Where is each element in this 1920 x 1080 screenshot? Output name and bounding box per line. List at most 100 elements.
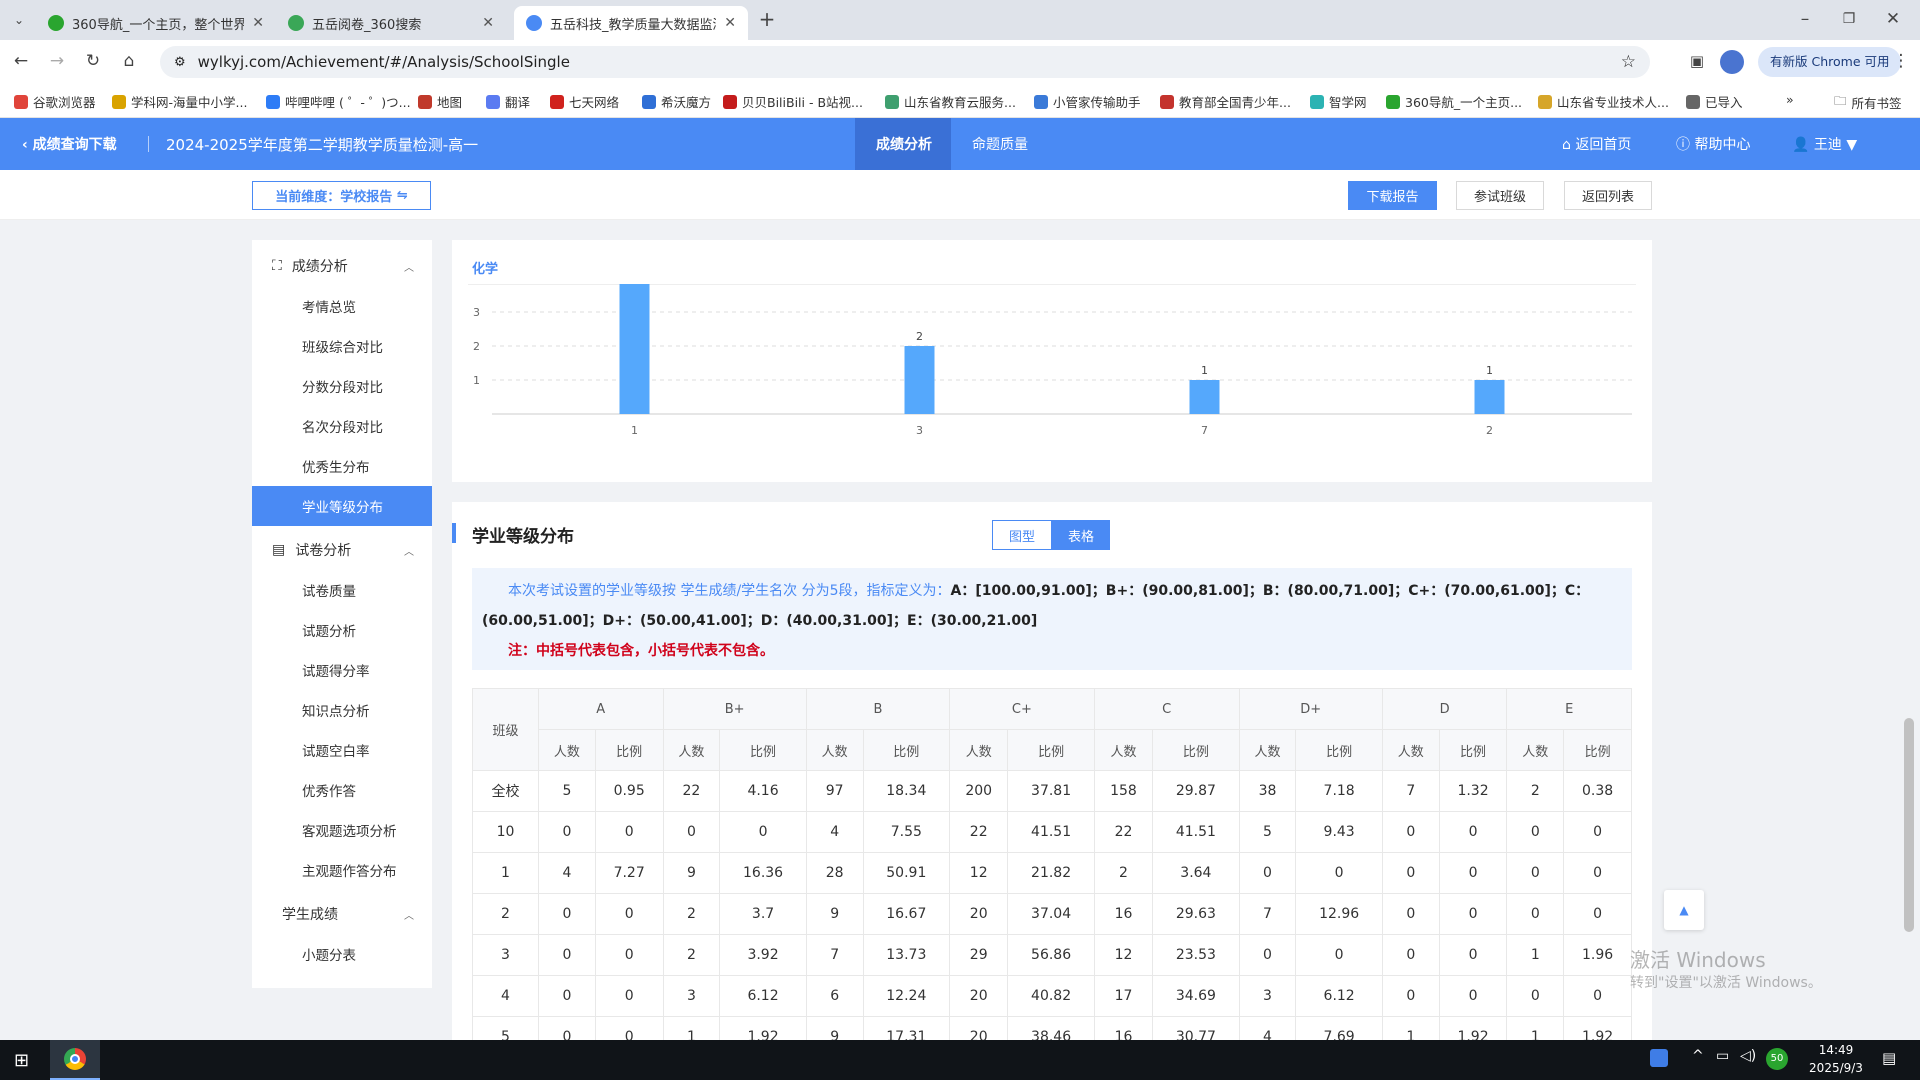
- browser-tab[interactable]: 360导航_一个主页，整个世界 ✕: [36, 6, 276, 40]
- download-report-button[interactable]: 下载报告: [1348, 181, 1437, 210]
- table-cell: 2: [662, 934, 721, 976]
- bookmark-item[interactable]: 翻译: [486, 92, 530, 111]
- sidebar-item[interactable]: 分数分段对比: [252, 366, 432, 406]
- minimize-icon[interactable]: –: [1794, 8, 1816, 30]
- sidebar-item[interactable]: 客观题选项分析: [252, 810, 432, 850]
- tab-close-icon[interactable]: ✕: [724, 15, 736, 31]
- site-info-icon[interactable]: ⚙: [174, 55, 186, 70]
- favicon-icon: [48, 15, 64, 31]
- chrome-update-button[interactable]: 有新版 Chrome 可用: [1758, 47, 1902, 77]
- bookmark-star-icon[interactable]: ☆: [1621, 52, 1636, 72]
- sidebar-item[interactable]: 试题分析: [252, 610, 432, 650]
- bookmark-item[interactable]: 已导入: [1686, 92, 1743, 111]
- back-to-top-button[interactable]: ▲: [1664, 890, 1704, 930]
- back-label: 成绩查询下载: [32, 137, 117, 153]
- close-window-icon[interactable]: ✕: [1882, 8, 1904, 30]
- dimension-switch-button[interactable]: 当前维度：学校报告 ⇋: [252, 181, 431, 210]
- sidebar-group[interactable]: ▤ 试卷分析 ︿: [252, 530, 432, 570]
- bookmark-item[interactable]: 希沃魔方: [642, 92, 711, 111]
- nav-score-analysis[interactable]: 成绩分析: [876, 134, 932, 154]
- bookmark-item[interactable]: 山东省专业技术人...: [1538, 92, 1669, 111]
- security-badge[interactable]: 50: [1766, 1048, 1788, 1070]
- volume-icon[interactable]: ◁): [1740, 1048, 1756, 1064]
- home-link[interactable]: ⌂ 返回首页: [1562, 134, 1631, 154]
- address-bar-row: ← → ↻ ⌂ ⚙ wylkyj.com/Achievement/#/Analy…: [0, 40, 1920, 83]
- toggle-table-button[interactable]: 表格: [1052, 520, 1110, 550]
- clock-date[interactable]: 2025/9/3: [1800, 1061, 1872, 1075]
- windows-start-icon[interactable]: ⊞: [14, 1050, 29, 1071]
- sidebar-item[interactable]: 优秀生分布: [252, 446, 432, 486]
- clock-time[interactable]: 14:49: [1806, 1043, 1866, 1057]
- sidebar-item[interactable]: 主观题作答分布: [252, 850, 432, 890]
- bookmark-item[interactable]: 360导航_一个主页...: [1386, 92, 1522, 111]
- network-icon[interactable]: ▭: [1716, 1048, 1729, 1064]
- sidebar-item[interactable]: 知识点分析: [252, 690, 432, 730]
- sidebar-item[interactable]: 试题得分率: [252, 650, 432, 690]
- back-icon[interactable]: ←: [10, 50, 32, 72]
- participating-classes-button[interactable]: 参试班级: [1456, 181, 1544, 210]
- user-menu[interactable]: 👤 王迪 ▼: [1792, 134, 1857, 154]
- tab-close-icon[interactable]: ✕: [482, 15, 494, 31]
- help-link[interactable]: ⓘ 帮助中心: [1676, 134, 1750, 154]
- bookmark-item[interactable]: 智学网: [1310, 92, 1367, 111]
- reload-icon[interactable]: ↻: [82, 50, 104, 72]
- sidebar-item[interactable]: 学业等级分布: [252, 486, 432, 526]
- profile-avatar[interactable]: [1720, 50, 1744, 74]
- notification-icon[interactable]: ▤: [1882, 1049, 1896, 1067]
- url-input[interactable]: ⚙ wylkyj.com/Achievement/#/Analysis/Scho…: [160, 46, 1650, 78]
- sidebar-item[interactable]: 小题分表: [252, 934, 432, 974]
- table-cell: 0: [1563, 893, 1632, 935]
- bookmarks-bar: 谷歌浏览器 学科网-海量中小学... 哔哩哔哩 ( ゜- ゜)つ... 地图 翻译 七天网…: [0, 83, 1920, 118]
- sidebar-item[interactable]: 名次分段对比: [252, 406, 432, 446]
- bookmark-item[interactable]: 学科网-海量中小学...: [112, 92, 247, 111]
- home-icon[interactable]: ⌂: [118, 50, 140, 72]
- sidebar-group[interactable]: 学生成绩 ︿: [252, 894, 432, 934]
- bookmark-item[interactable]: 哔哩哔哩 ( ゜- ゜)つ...: [266, 92, 411, 111]
- table-cell: 97: [805, 770, 864, 812]
- table-cell: 0: [594, 811, 664, 853]
- sidebar-item[interactable]: 优秀作答: [252, 770, 432, 810]
- bar-value-label: 2: [916, 330, 923, 343]
- bookmark-item[interactable]: 贝贝BiliBili - B站视...: [723, 92, 863, 111]
- bookmark-item[interactable]: 七天网络: [550, 92, 619, 111]
- sidebar-item[interactable]: 试卷质量: [252, 570, 432, 610]
- sidebar-item[interactable]: 考情总览: [252, 286, 432, 326]
- bookmark-item[interactable]: 谷歌浏览器: [14, 92, 96, 111]
- table-cell: 0: [594, 975, 664, 1017]
- bookmark-icon: [14, 94, 28, 109]
- new-tab-button[interactable]: +: [756, 8, 778, 30]
- side-panel-icon[interactable]: ▣: [1686, 50, 1708, 72]
- sidebar-item[interactable]: 试题空白率: [252, 730, 432, 770]
- back-to-list-button[interactable]: 返回列表: [1564, 181, 1652, 210]
- ratio-header: 比例: [1438, 729, 1508, 771]
- table-cell: 0: [1381, 852, 1440, 894]
- table-cell: 0: [719, 811, 807, 853]
- sidebar-item-label: 小题分表: [302, 948, 356, 964]
- browser-tab[interactable]: 五岳科技_教学质量大数据监测平台 ✕: [514, 6, 748, 40]
- chrome-taskbar-button[interactable]: [50, 1040, 100, 1080]
- sidebar-group[interactable]: ⛶ 成绩分析 ︿: [252, 246, 432, 286]
- browser-tab[interactable]: 五岳阅卷_360搜索 ✕: [276, 6, 506, 40]
- bookmark-item[interactable]: 地图: [418, 92, 462, 111]
- tray-expand-icon[interactable]: ^: [1692, 1048, 1704, 1064]
- back-to-query-link[interactable]: ‹ 成绩查询下载: [22, 134, 117, 154]
- forward-icon[interactable]: →: [46, 50, 68, 72]
- nav-item-quality[interactable]: 命题质量: [972, 134, 1028, 154]
- tray-app-icon[interactable]: [1650, 1049, 1668, 1067]
- sidebar-item[interactable]: 班级综合对比: [252, 326, 432, 366]
- subject-tab[interactable]: 化学: [472, 258, 498, 277]
- page-scrollbar-thumb[interactable]: [1904, 718, 1914, 932]
- restore-icon[interactable]: ❐: [1838, 8, 1860, 30]
- bookmarks-overflow-icon[interactable]: »: [1786, 92, 1794, 107]
- chrome-menu-icon[interactable]: ⋮: [1890, 50, 1912, 72]
- all-bookmarks-button[interactable]: 🗀 所有书签: [1834, 92, 1902, 113]
- toggle-chart-button[interactable]: 图型: [992, 520, 1052, 550]
- bookmark-item[interactable]: 山东省教育云服务...: [885, 92, 1016, 111]
- level-header: B: [805, 688, 951, 730]
- level-header: B+: [662, 688, 807, 730]
- tab-close-icon[interactable]: ✕: [252, 15, 264, 31]
- table-cell: 2: [662, 893, 721, 935]
- bookmark-item[interactable]: 教育部全国青少年...: [1160, 92, 1291, 111]
- bookmark-item[interactable]: 小管家传输助手: [1034, 92, 1141, 111]
- tab-search-icon[interactable]: ⌄: [8, 9, 30, 31]
